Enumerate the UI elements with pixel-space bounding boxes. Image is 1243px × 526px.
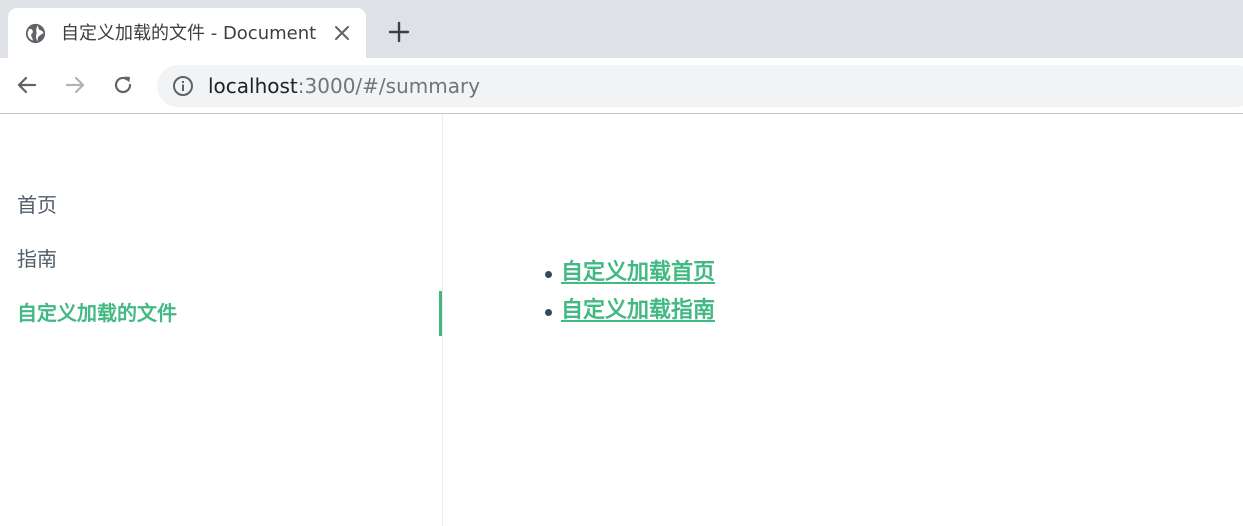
close-icon[interactable] [331,22,353,44]
link-custom-guide[interactable]: 自定义加载指南 [561,298,715,324]
back-arrow-icon[interactable] [13,71,41,99]
forward-arrow-icon[interactable] [61,71,89,99]
url-path: :3000/#/summary [297,74,481,98]
new-tab-plus-icon[interactable] [386,19,412,45]
tab-title: 自定义加载的文件 - Document [61,23,317,44]
sidebar-item-custom-files[interactable]: 自定义加载的文件 [17,300,177,326]
browser-toolbar: localhost:3000/#/summary [0,58,1243,113]
list-item: 自定义加载首页 [545,254,715,292]
globe-icon [25,23,46,44]
url-text[interactable]: localhost:3000/#/summary [208,74,480,98]
main-content: 自定义加载首页 自定义加载指南 [444,114,1243,526]
url-host: localhost [208,74,298,98]
bullet [545,271,552,278]
active-indicator [439,291,442,336]
sidebar-item-guide[interactable]: 指南 [17,246,57,272]
bullet [545,309,552,316]
sidebar: 首页 指南 自定义加载的文件 [0,114,443,526]
sidebar-item-home[interactable]: 首页 [17,192,57,218]
summary-link-list: 自定义加载首页 自定义加载指南 [545,254,715,330]
browser-tab[interactable]: 自定义加载的文件 - Document [8,8,366,58]
tab-strip: 自定义加载的文件 - Document [0,0,1243,58]
list-item: 自定义加载指南 [545,292,715,330]
reload-icon[interactable] [109,71,137,99]
address-bar[interactable]: localhost:3000/#/summary [157,65,1243,107]
info-icon[interactable] [172,75,194,97]
link-custom-home[interactable]: 自定义加载首页 [561,260,715,286]
